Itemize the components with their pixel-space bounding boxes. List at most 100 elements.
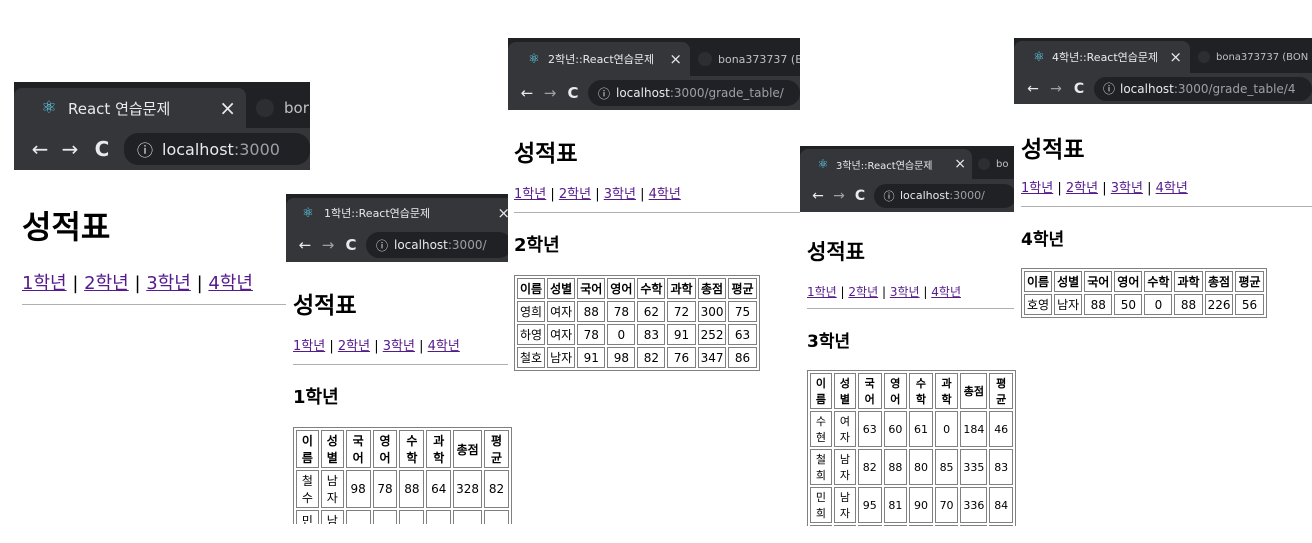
- separator: |: [640, 187, 645, 202]
- github-icon: [256, 99, 274, 117]
- forward-arrow-icon[interactable]: →: [828, 188, 850, 204]
- cell-math: 76: [399, 510, 425, 524]
- separator: |: [196, 273, 203, 294]
- nav-link-grade3[interactable]: 3학년: [146, 273, 191, 294]
- cell-total: 300: [697, 301, 727, 322]
- forward-arrow-icon[interactable]: →: [538, 84, 562, 102]
- back-arrow-icon[interactable]: ←: [808, 188, 828, 204]
- back-arrow-icon[interactable]: ←: [294, 236, 316, 254]
- browser-tab[interactable]: ⚛ 1학년::React연습문제 ×: [286, 198, 512, 228]
- forward-arrow-icon[interactable]: →: [1044, 81, 1068, 97]
- close-tab-icon[interactable]: ×: [669, 50, 682, 68]
- nav-link-grade1[interactable]: 1학년: [514, 187, 546, 202]
- back-arrow-icon[interactable]: ←: [26, 137, 54, 161]
- header-average: 평균: [989, 373, 1013, 409]
- header-gender: 성별: [320, 430, 344, 468]
- reload-icon[interactable]: C: [1068, 81, 1090, 97]
- nav-link-grade1[interactable]: 1학년: [293, 339, 325, 354]
- header-gender: 성별: [547, 278, 576, 299]
- react-icon: ⚛: [817, 157, 829, 171]
- site-info-icon[interactable]: ⓘ: [1102, 80, 1116, 97]
- site-info-icon[interactable]: ⓘ: [374, 237, 390, 254]
- background-tab[interactable]: bona373737 (BO: [698, 42, 800, 76]
- nav-link-grade4[interactable]: 4학년: [931, 285, 961, 299]
- page-title: 성적표: [1021, 137, 1085, 163]
- page-title: 성적표: [807, 240, 865, 264]
- github-icon: [698, 52, 712, 66]
- tab-title: 2학년::React연습문제: [548, 53, 655, 66]
- close-tab-icon[interactable]: ×: [219, 96, 236, 120]
- cell-name: 민수: [296, 510, 319, 524]
- page-content: 성적표 1학년 | 2학년 | 3학년 | 4학년 1학년 이름 성별 국어 영…: [286, 286, 512, 524]
- reload-icon[interactable]: C: [562, 84, 584, 102]
- header-math: 수학: [1144, 271, 1173, 292]
- forward-arrow-icon[interactable]: →: [54, 137, 86, 161]
- cell-average: 63: [728, 324, 757, 345]
- tab-title: 1학년::React연습문제: [324, 207, 431, 220]
- nav-link-grade4[interactable]: 4학년: [428, 339, 460, 354]
- nav-link-grade2[interactable]: 2학년: [84, 273, 129, 294]
- cell-science: 78: [426, 510, 452, 524]
- reload-icon[interactable]: C: [340, 236, 362, 254]
- site-info-icon[interactable]: ⓘ: [596, 85, 612, 102]
- react-icon: ⚛: [1033, 49, 1045, 65]
- browser-tab[interactable]: ⚛ 3학년::React연습문제 ×: [800, 149, 972, 179]
- cell-total: 347: [697, 347, 727, 368]
- browser-tab[interactable]: ⚛ 2학년::React연습문제 ×: [508, 42, 690, 76]
- background-tab[interactable]: bo: [978, 149, 1008, 179]
- nav-link-grade3[interactable]: 3학년: [604, 187, 636, 202]
- separator: |: [595, 187, 600, 202]
- nav-link-grade2[interactable]: 2학년: [338, 339, 370, 354]
- divider: [514, 212, 800, 213]
- nav-link-grade4[interactable]: 4학년: [649, 187, 681, 202]
- nav-link-grade3[interactable]: 3학년: [1111, 181, 1143, 196]
- address-bar[interactable]: ⓘ localhost:3000/grade_table/: [588, 80, 800, 106]
- cell-korean: 98: [345, 470, 371, 508]
- separator: |: [134, 273, 141, 294]
- table-row: 철희 남자 82 88 80 85 335 83: [810, 449, 1013, 485]
- cell-average: 82: [484, 470, 509, 508]
- reload-icon[interactable]: C: [86, 137, 118, 161]
- nav-link-grade4[interactable]: 4학년: [1156, 181, 1188, 196]
- page-content: 성적표 1학년 | 2학년 | 3학년 | 4학년 3학년 이름 성별 국어 영…: [800, 236, 1016, 526]
- header-total: 총점: [1204, 271, 1234, 292]
- nav-link-grade4[interactable]: 4학년: [208, 273, 253, 294]
- close-tab-icon[interactable]: ×: [954, 156, 966, 172]
- address-bar[interactable]: ⓘ localhost:3000/: [366, 232, 512, 258]
- browser-tab[interactable]: ⚛ 4학년::React연습문제 ×: [1014, 41, 1190, 73]
- forward-arrow-icon[interactable]: →: [316, 236, 340, 254]
- nav-link-grade1[interactable]: 1학년: [1021, 181, 1053, 196]
- close-tab-icon[interactable]: ×: [1169, 48, 1182, 66]
- cell-math: 88: [399, 470, 425, 508]
- back-arrow-icon[interactable]: ←: [516, 84, 538, 102]
- header-average: 평균: [484, 430, 509, 468]
- back-arrow-icon[interactable]: ←: [1022, 81, 1044, 97]
- header-science: 과학: [1174, 271, 1203, 292]
- nav-link-grade1[interactable]: 1학년: [807, 285, 837, 299]
- address-bar[interactable]: ⓘ localhost:3000: [124, 133, 310, 165]
- cell-average: 46: [989, 411, 1013, 447]
- nav-link-grade2[interactable]: 2학년: [848, 285, 878, 299]
- browser-tab[interactable]: ⚛ React 연습문제 ×: [14, 88, 246, 128]
- address-bar[interactable]: ⓘ localhost:3000/: [874, 183, 1016, 208]
- nav-link-grade3[interactable]: 3학년: [383, 339, 415, 354]
- nav-link-grade2[interactable]: 2학년: [559, 187, 591, 202]
- cell-total: 226: [1204, 294, 1234, 315]
- cell-korean: 82: [857, 449, 882, 485]
- cell-total: 336: [960, 487, 988, 523]
- nav-link-grade3[interactable]: 3학년: [890, 285, 920, 299]
- background-tab[interactable]: bor: [256, 88, 309, 128]
- cell-gender: 남자: [833, 449, 856, 485]
- browser-toolbar: ← → C ⓘ localhost:3000/: [800, 179, 1016, 212]
- address-bar[interactable]: ⓘ localhost:3000/grade_table/4: [1094, 76, 1312, 101]
- cell-science: 88: [1174, 294, 1203, 315]
- reload-icon[interactable]: C: [850, 188, 870, 204]
- nav-link-grade2[interactable]: 2학년: [1066, 181, 1098, 196]
- site-info-icon[interactable]: ⓘ: [882, 188, 896, 204]
- site-info-icon[interactable]: ⓘ: [134, 137, 156, 161]
- header-total: 총점: [453, 430, 483, 468]
- background-tab[interactable]: bona373737 (BON: [1198, 41, 1308, 73]
- nav-link-grade1[interactable]: 1학년: [22, 273, 67, 294]
- table-header-row: 이름 성별 국어 영어 수학 과학 총점 평균: [810, 373, 1013, 409]
- cell-gender: 남자: [833, 525, 856, 526]
